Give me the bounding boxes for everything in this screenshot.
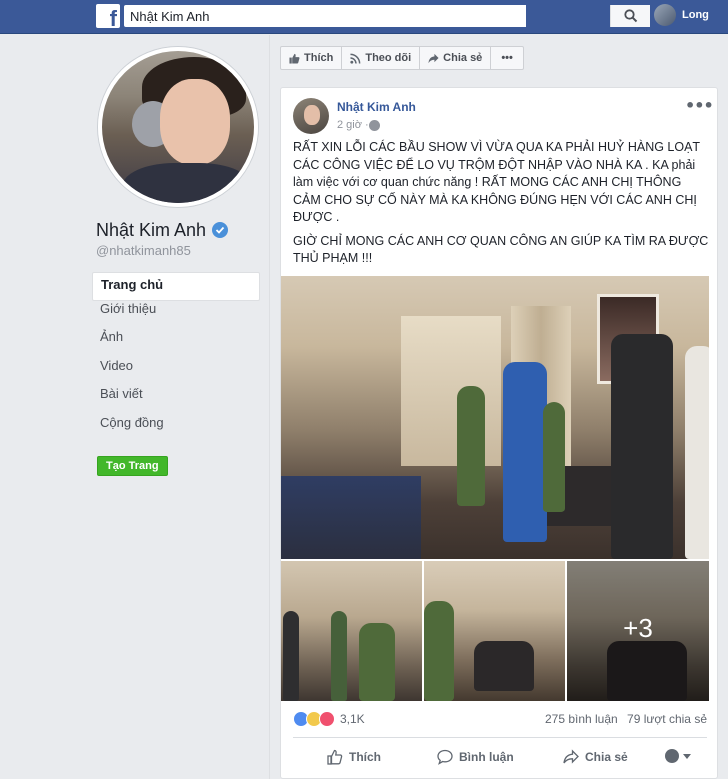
post-photo-grid: +3 xyxy=(281,561,709,701)
divider xyxy=(293,737,707,738)
create-page-button[interactable]: Tạo Trang xyxy=(97,456,168,476)
chevron-down-icon xyxy=(683,753,691,759)
share-page-button[interactable]: Chia sẻ xyxy=(419,46,492,70)
profile-picture[interactable] xyxy=(98,47,258,207)
facebook-logo-icon[interactable]: f xyxy=(96,4,120,30)
user-name: Long xyxy=(682,9,709,21)
love-reaction-icon xyxy=(319,711,335,727)
share-arrow-icon xyxy=(563,749,579,764)
page-nav: Trang chủ Giới thiệu Ảnh Video Bài viết … xyxy=(92,272,260,443)
follow-button[interactable]: Theo dõi xyxy=(341,46,421,70)
nav-item-about[interactable]: Giới thiệu xyxy=(92,301,260,330)
post-like-button[interactable]: Thích xyxy=(327,749,381,765)
thumbs-up-icon xyxy=(327,749,343,765)
top-navigation-bar: f Long xyxy=(0,0,728,34)
post-stats: 275 bình luận 79 lượt chia sẻ xyxy=(545,712,707,726)
like-page-button[interactable]: Thích xyxy=(280,46,343,70)
globe-icon xyxy=(369,120,380,131)
page-handle: @nhatkimanh85 xyxy=(96,243,191,258)
reaction-count: 3,1K xyxy=(340,712,365,726)
share-arrow-icon xyxy=(428,53,439,63)
globe-icon xyxy=(665,749,679,763)
search-input[interactable] xyxy=(124,5,484,27)
comment-count[interactable]: 275 bình luận xyxy=(545,712,618,726)
nav-item-photos[interactable]: Ảnh xyxy=(92,329,260,358)
share-count[interactable]: 79 lượt chia sẻ xyxy=(627,712,707,726)
page-name[interactable]: Nhật Kim Anh xyxy=(96,220,206,241)
post-card: Nhật Kim Anh 2 giờ · ••• RẤT XIN LỖI CÁC… xyxy=(280,87,718,779)
audience-selector[interactable] xyxy=(665,749,691,763)
post-photo-main[interactable] xyxy=(281,276,709,559)
user-avatar xyxy=(654,4,676,26)
nav-item-posts[interactable]: Bài viết xyxy=(92,386,260,415)
search-icon xyxy=(624,9,638,23)
comment-bubble-icon xyxy=(437,749,453,765)
post-text: RẤT XIN LỖI CÁC BẦU SHOW VÌ VỪA QUA KA P… xyxy=(293,139,709,268)
thumbs-up-icon xyxy=(289,53,300,64)
post-timestamp[interactable]: 2 giờ · xyxy=(337,119,369,131)
verified-badge-icon xyxy=(212,222,228,238)
post-paragraph: GIỜ CHỈ MONG CÁC ANH CƠ QUAN CÔNG AN GIÚ… xyxy=(293,233,709,266)
page-sidebar: Nhật Kim Anh @nhatkimanh85 Trang chủ Giớ… xyxy=(0,35,270,779)
search-bar xyxy=(124,5,650,27)
post-photo-thumbnail[interactable] xyxy=(424,561,565,701)
nav-item-community[interactable]: Cộng đồng xyxy=(92,415,260,444)
post-author-name[interactable]: Nhật Kim Anh xyxy=(337,100,416,114)
rss-icon xyxy=(350,53,361,64)
nav-item-videos[interactable]: Video xyxy=(92,358,260,387)
post-options-button[interactable]: ••• xyxy=(685,96,714,115)
post-paragraph: RẤT XIN LỖI CÁC BẦU SHOW VÌ VỪA QUA KA P… xyxy=(293,140,700,224)
page-action-bar: Thích Theo dõi Chia sẻ ••• xyxy=(280,46,524,70)
post-action-bar: Thích Bình luận Chia sẻ xyxy=(293,743,707,771)
post-photo-thumbnail-more[interactable]: +3 xyxy=(567,561,709,701)
post-comment-button[interactable]: Bình luận xyxy=(437,749,514,765)
reaction-summary[interactable]: 3,1K xyxy=(293,710,365,728)
post-share-button[interactable]: Chia sẻ xyxy=(563,749,628,765)
post-photo-thumbnail[interactable] xyxy=(281,561,422,701)
nav-item-home[interactable]: Trang chủ xyxy=(92,272,260,301)
search-button[interactable] xyxy=(610,5,650,27)
more-options-button[interactable]: ••• xyxy=(490,46,524,70)
post-author-avatar[interactable] xyxy=(293,98,329,134)
more-photos-count: +3 xyxy=(623,613,653,643)
